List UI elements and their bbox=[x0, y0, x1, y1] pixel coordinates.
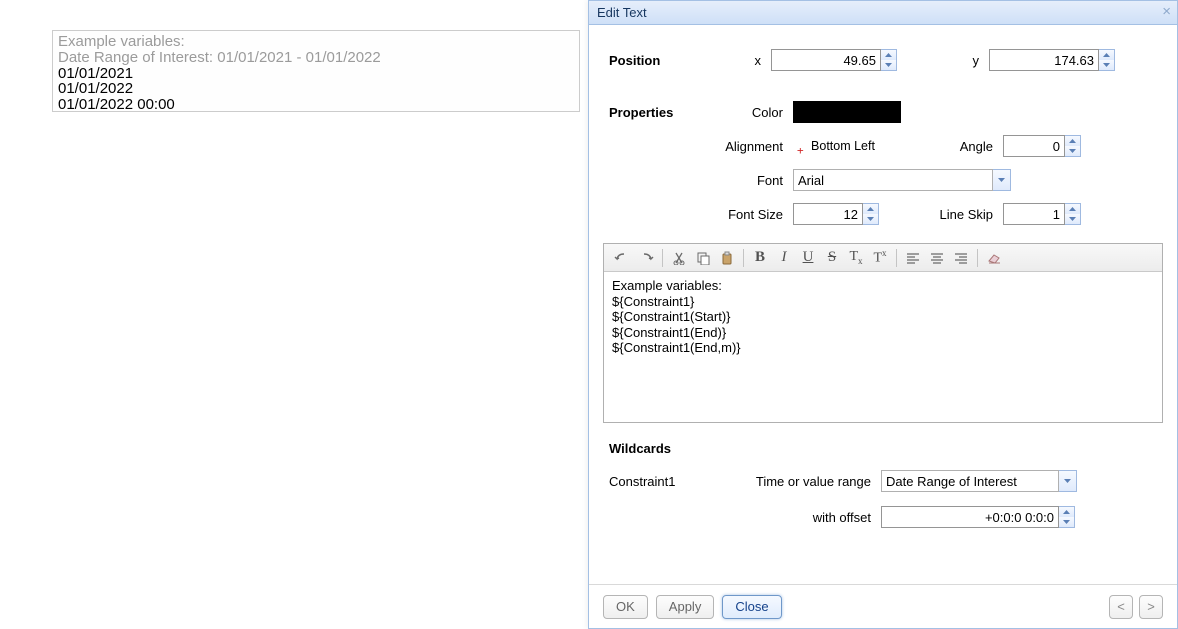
canvas-line: 01/01/2022 bbox=[58, 81, 574, 97]
erase-format-icon[interactable] bbox=[982, 247, 1006, 269]
spinner-up-icon[interactable] bbox=[1099, 50, 1114, 60]
canvas-line: Date Range of Interest: 01/01/2021 - 01/… bbox=[58, 50, 574, 66]
spinner-up-icon[interactable] bbox=[881, 50, 896, 60]
fontsize-input[interactable] bbox=[793, 203, 863, 225]
close-button[interactable]: Close bbox=[722, 595, 781, 619]
angle-spinner[interactable] bbox=[1065, 135, 1081, 157]
paste-icon[interactable] bbox=[715, 247, 739, 269]
align-center-icon[interactable] bbox=[925, 247, 949, 269]
alignment-label: Alignment bbox=[707, 139, 789, 154]
fontsize-label: Font Size bbox=[707, 207, 789, 222]
next-button[interactable]: > bbox=[1139, 595, 1163, 619]
offset-spinner[interactable] bbox=[1059, 506, 1075, 528]
dialog-footer: OK Apply Close < > bbox=[589, 584, 1177, 628]
dialog-title-text: Edit Text bbox=[597, 5, 647, 20]
canvas-line: Example variables: bbox=[58, 34, 574, 50]
spinner-up-icon[interactable] bbox=[1065, 204, 1080, 214]
canvas-line: 01/01/2021 bbox=[58, 66, 574, 82]
italic-icon[interactable]: I bbox=[772, 247, 796, 269]
y-label: y bbox=[925, 53, 985, 68]
color-label: Color bbox=[707, 105, 789, 120]
x-label: x bbox=[707, 53, 767, 68]
alignment-marker-icon: + bbox=[797, 145, 804, 156]
dialog-titlebar[interactable]: Edit Text × bbox=[589, 1, 1177, 25]
spinner-up-icon[interactable] bbox=[863, 204, 878, 214]
spinner-down-icon[interactable] bbox=[1065, 146, 1080, 156]
copy-icon[interactable] bbox=[691, 247, 715, 269]
strikethrough-icon[interactable]: S bbox=[820, 247, 844, 269]
y-input-wrap bbox=[989, 49, 1139, 71]
superscript-icon[interactable]: Tx bbox=[868, 247, 892, 269]
canvas-line: 01/01/2022 00:00 bbox=[58, 97, 574, 113]
fontsize-spinner[interactable] bbox=[863, 203, 879, 225]
apply-button[interactable]: Apply bbox=[656, 595, 715, 619]
lineskip-spinner[interactable] bbox=[1065, 203, 1081, 225]
spinner-down-icon[interactable] bbox=[863, 214, 878, 224]
properties-section-label: Properties bbox=[603, 105, 703, 120]
font-combo[interactable] bbox=[793, 169, 993, 191]
ok-button[interactable]: OK bbox=[603, 595, 648, 619]
wildcards-section-label: Wildcards bbox=[603, 441, 1163, 456]
y-spinner[interactable] bbox=[1099, 49, 1115, 71]
redo-icon[interactable] bbox=[634, 247, 658, 269]
lineskip-input[interactable] bbox=[1003, 203, 1065, 225]
lineskip-label: Line Skip bbox=[917, 207, 999, 222]
offset-label: with offset bbox=[707, 510, 877, 525]
y-input[interactable] bbox=[989, 49, 1099, 71]
spinner-up-icon[interactable] bbox=[1065, 136, 1080, 146]
undo-icon[interactable] bbox=[610, 247, 634, 269]
range-label: Time or value range bbox=[707, 474, 877, 489]
color-picker[interactable] bbox=[793, 101, 901, 123]
offset-input[interactable] bbox=[881, 506, 1059, 528]
align-right-icon[interactable] bbox=[949, 247, 973, 269]
close-icon[interactable]: × bbox=[1162, 1, 1171, 25]
spinner-up-icon[interactable] bbox=[1059, 507, 1074, 517]
x-input[interactable] bbox=[771, 49, 881, 71]
spinner-down-icon[interactable] bbox=[1059, 517, 1074, 527]
spinner-down-icon[interactable] bbox=[881, 60, 896, 70]
wildcard-name: Constraint1 bbox=[603, 474, 703, 489]
alignment-picker[interactable]: + Bottom Left bbox=[793, 135, 893, 157]
align-left-icon[interactable] bbox=[901, 247, 925, 269]
font-combo-dropdown[interactable] bbox=[993, 169, 1011, 191]
range-combo-dropdown[interactable] bbox=[1059, 470, 1077, 492]
editor-toolbar: B I U S Tx Tx bbox=[604, 244, 1162, 272]
subscript-icon[interactable]: Tx bbox=[844, 247, 868, 269]
text-editor: B I U S Tx Tx Example variables: ${Const… bbox=[603, 243, 1163, 423]
spinner-down-icon[interactable] bbox=[1065, 214, 1080, 224]
prev-button[interactable]: < bbox=[1109, 595, 1133, 619]
editor-textarea[interactable]: Example variables: ${Constraint1} ${Cons… bbox=[604, 272, 1162, 422]
underline-icon[interactable]: U bbox=[796, 247, 820, 269]
x-spinner[interactable] bbox=[881, 49, 897, 71]
canvas-preview: Example variables: Date Range of Interes… bbox=[0, 0, 585, 629]
bold-icon[interactable]: B bbox=[748, 247, 772, 269]
angle-input[interactable] bbox=[1003, 135, 1065, 157]
range-combo[interactable] bbox=[881, 470, 1059, 492]
x-input-wrap bbox=[771, 49, 921, 71]
angle-label: Angle bbox=[917, 139, 999, 154]
position-section-label: Position bbox=[603, 53, 703, 68]
canvas-text-element[interactable]: Example variables: Date Range of Interes… bbox=[52, 30, 580, 112]
cut-icon[interactable] bbox=[667, 247, 691, 269]
spinner-down-icon[interactable] bbox=[1099, 60, 1114, 70]
alignment-value: Bottom Left bbox=[811, 139, 875, 153]
font-label: Font bbox=[707, 173, 789, 188]
edit-text-dialog: Edit Text × Position x y bbox=[588, 0, 1178, 629]
